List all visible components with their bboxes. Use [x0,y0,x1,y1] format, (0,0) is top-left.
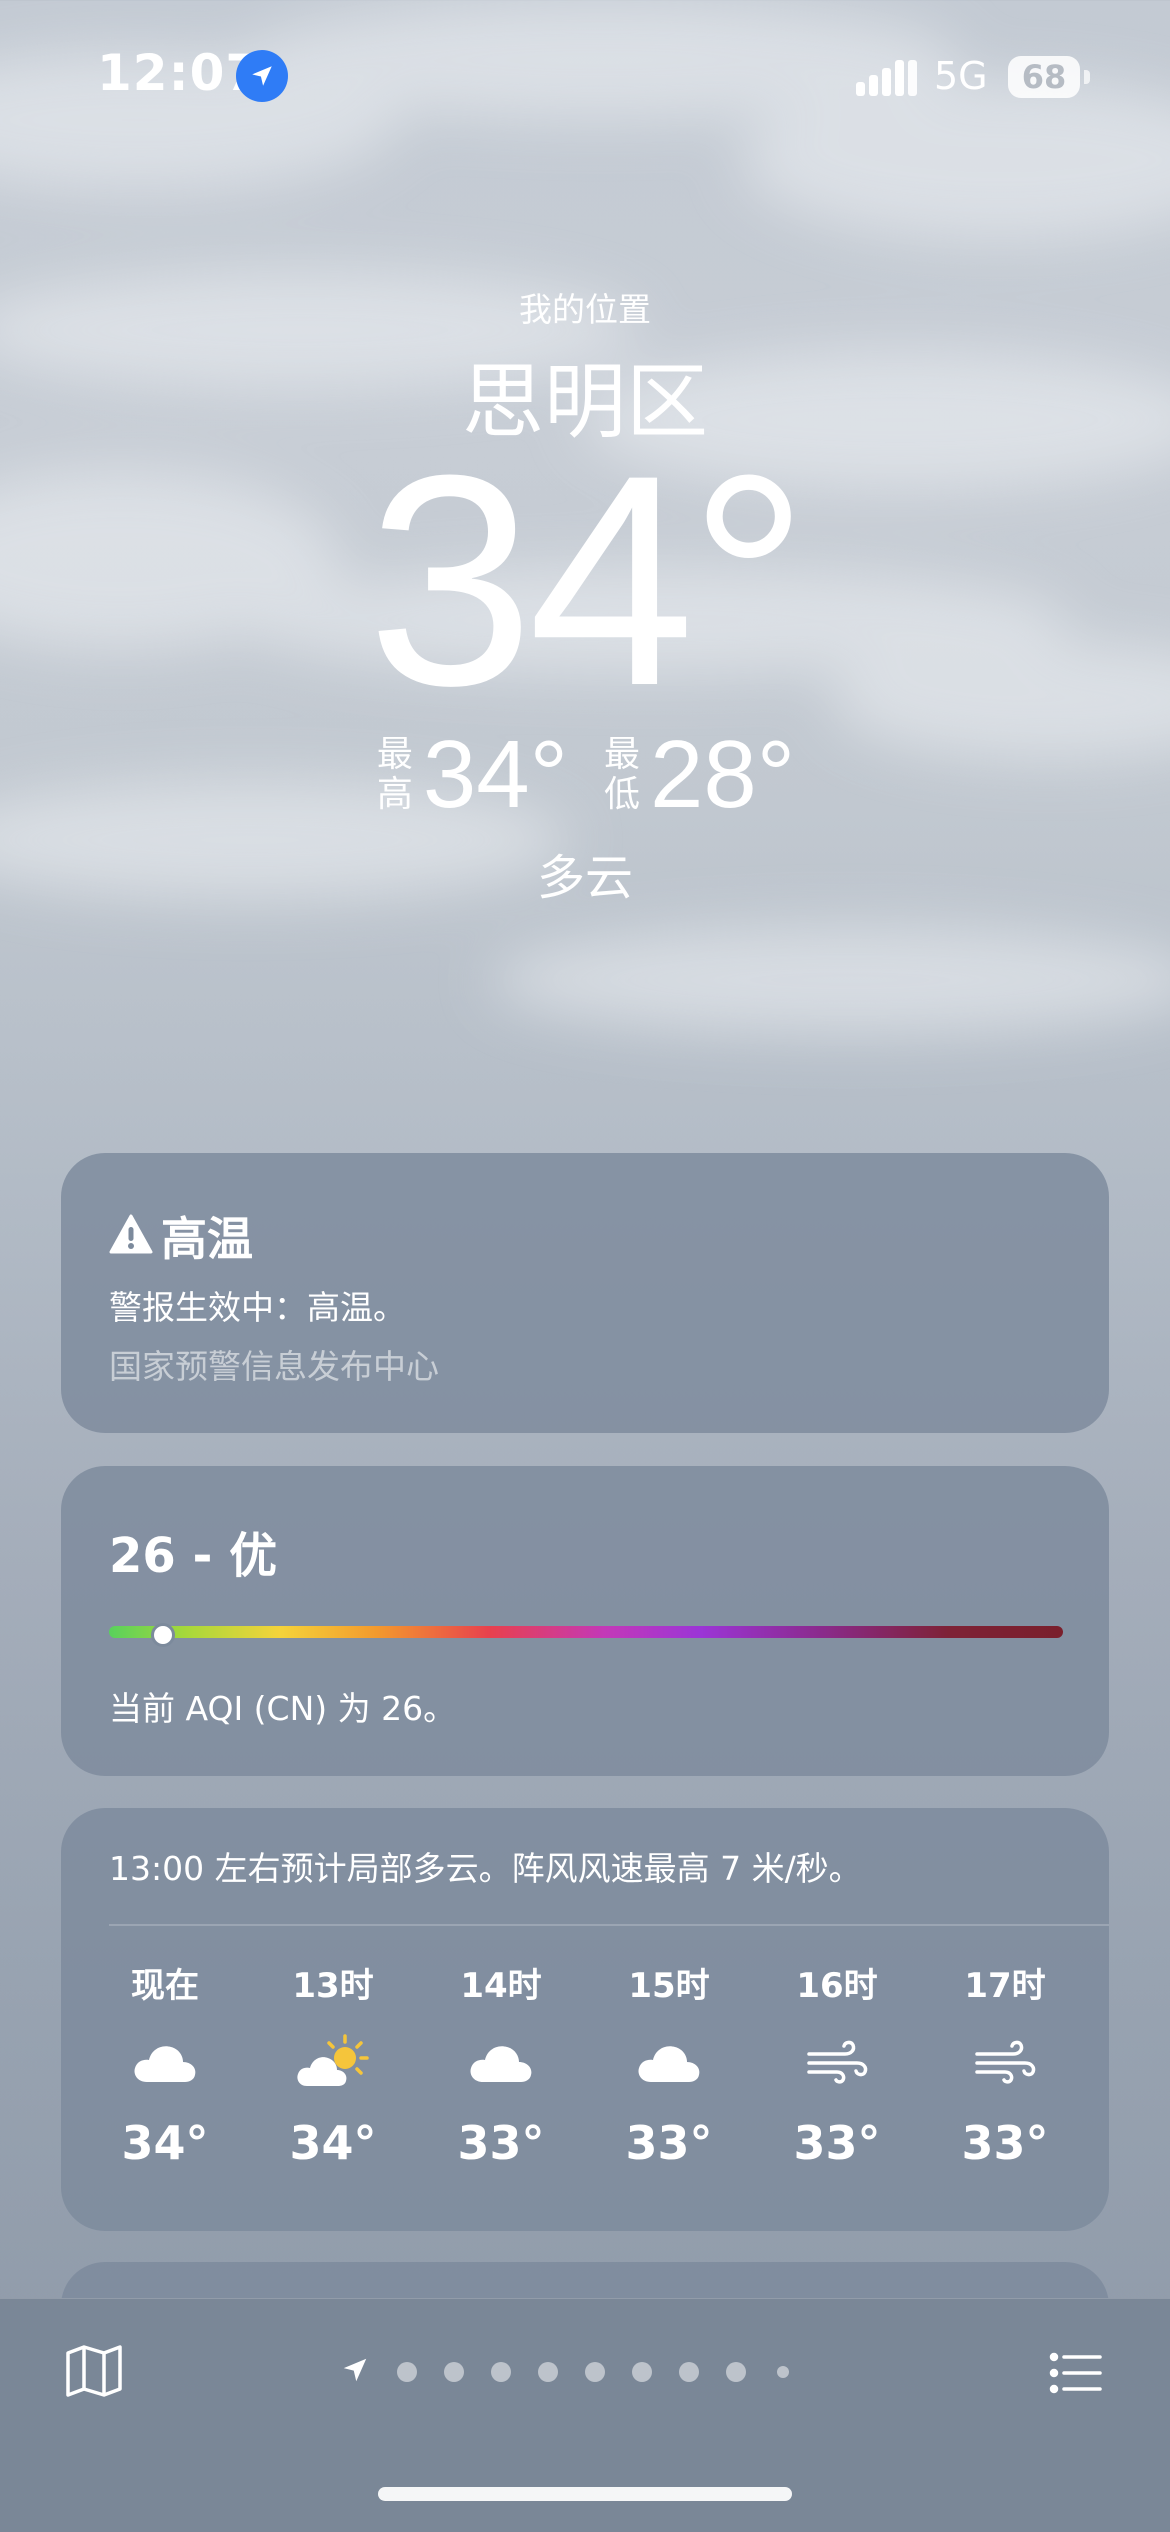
page-indicator[interactable] [340,2355,789,2389]
location-label: 我的位置 [519,290,651,329]
hour-column: 现在 34° [81,1958,249,2170]
weather-condition: 多云 [536,850,633,906]
home-indicator[interactable] [378,2487,792,2501]
page-dot[interactable] [538,2362,558,2382]
hour-temp: 33° [457,2116,545,2170]
page-dot[interactable] [777,2366,789,2378]
list-icon[interactable] [1046,2343,1106,2403]
cloud-icon [131,2022,199,2102]
hour-label: 14时 [460,1966,542,2006]
page-dot[interactable] [397,2362,417,2382]
low-label: 最低 [603,734,640,815]
air-quality-card[interactable]: 26 - 优 当前 AQI (CN) 为 26。 [61,1466,1109,1776]
hour-temp: 34° [121,2116,209,2170]
hour-label: 16时 [796,1966,878,2006]
high-value: 34° [422,721,568,828]
battery-nub [1084,70,1090,84]
current-temperature: 34° [367,412,809,748]
hour-temp: 33° [793,2116,881,2170]
hour-label: 17时 [964,1966,1046,2006]
alert-title-row: 高温 [109,1203,253,1269]
location-arrow-icon[interactable] [340,2355,370,2389]
divider [109,1924,1109,1926]
page-dot[interactable] [679,2362,699,2382]
hour-column: 14时 33° [417,1958,585,2170]
page-dot[interactable] [632,2362,652,2382]
aqi-indicator-dot [151,1623,176,1647]
page-dot[interactable] [585,2362,605,2382]
alert-card[interactable]: 高温 警报生效中：高温。 国家预警信息发布中心 [61,1153,1109,1433]
alert-body: 警报生效中：高温。 [109,1288,406,1327]
network-type: 5G [934,54,988,98]
cloud-icon [467,2022,535,2102]
warning-triangle-icon [109,1214,153,1258]
hour-label: 现在 [131,1966,199,2006]
alert-title: 高温 [161,1212,253,1266]
hour-temp: 33° [625,2116,713,2170]
hour-column: 16时 33° [753,1958,921,2170]
high-low-temps: 最高 34° 最低 28° [0,720,1170,830]
wind-icon [805,2022,869,2102]
hourly-forecast-card[interactable]: 13:00 左右预计局部多云。阵风风速最高 7 米/秒。 现在 34° 13时 … [61,1808,1109,2231]
battery-indicator: 68 [1008,56,1080,98]
location-arrow-icon [236,50,288,102]
page-dot[interactable] [726,2362,746,2382]
low-value: 28° [650,721,796,828]
high-label: 最高 [376,734,413,815]
wind-icon [973,2022,1037,2102]
high-temp-group: 最高 34° [375,720,568,830]
hour-label: 15时 [628,1966,710,2006]
cloud-icon [635,2022,703,2102]
aqi-scale-bar [109,1623,1063,1647]
aqi-description: 当前 AQI (CN) 为 26。 [109,1689,457,1728]
hour-temp: 34° [289,2116,377,2170]
page-dot[interactable] [491,2362,511,2382]
low-temp-group: 最低 28° [602,720,795,830]
page-dot[interactable] [444,2362,464,2382]
hour-label: 13时 [292,1966,374,2006]
hour-column: 13时 34° [249,1958,417,2170]
hour-column: 15时 33° [585,1958,753,2170]
partly-sunny-icon [295,2022,371,2102]
aqi-title: 26 - 优 [109,1528,278,1584]
hour-temp: 33° [961,2116,1049,2170]
signal-bars-icon [856,60,918,100]
hour-column: 17时 33° [921,1958,1089,2170]
hourly-row[interactable]: 现在 34° 13时 34° 14时 33° 15时 33° 16时 33° 1… [81,1958,1089,2170]
map-icon[interactable] [62,2339,126,2403]
alert-source: 国家预警信息发布中心 [109,1347,439,1386]
hourly-summary: 13:00 左右预计局部多云。阵风风速最高 7 米/秒。 [109,1849,862,1888]
